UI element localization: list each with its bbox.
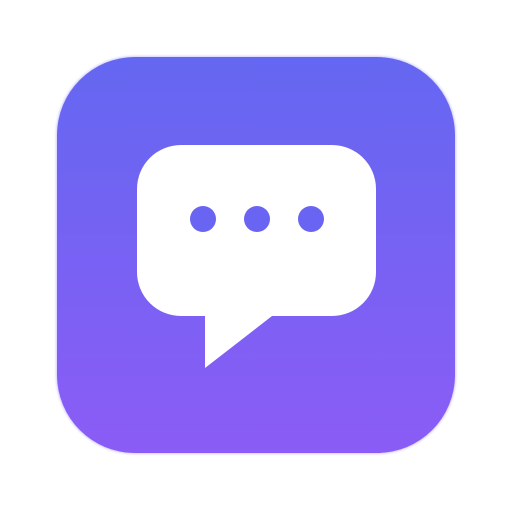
icon-canvas [0,0,512,512]
typing-dot [244,206,270,232]
chat-bubble-icon [57,57,455,453]
chat-app-icon[interactable] [57,57,455,453]
typing-dots [190,206,324,232]
typing-dot [190,206,216,232]
typing-dot [298,206,324,232]
